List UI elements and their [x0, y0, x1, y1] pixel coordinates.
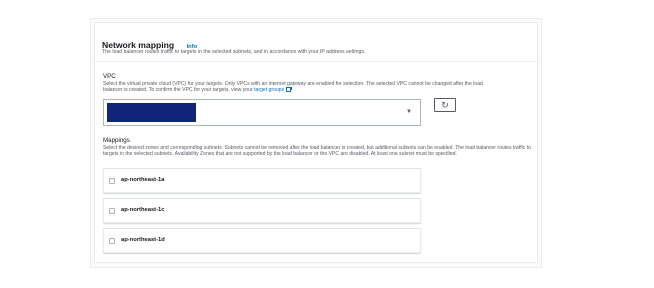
- zone-checkbox[interactable]: [109, 208, 115, 214]
- zone-ap-northeast-1c[interactable]: ap-northeast-1c: [103, 198, 421, 223]
- vpc-label: VPC: [103, 73, 116, 80]
- zone-label: ap-northeast-1d: [121, 237, 165, 243]
- vpc-help-line1: Select the virtual private cloud (VPC) f…: [103, 81, 483, 87]
- zone-checkbox[interactable]: [109, 238, 115, 244]
- vpc-help: Select the virtual private cloud (VPC) f…: [103, 81, 533, 94]
- vpc-help-line2: balancer is created. To confirm the VPC …: [103, 87, 253, 94]
- zone-checkbox[interactable]: [109, 178, 115, 184]
- caret-down-icon: ▼: [406, 109, 412, 115]
- redacted-vpc-value: [107, 103, 196, 122]
- vpc-select[interactable]: ▼: [103, 99, 421, 126]
- refresh-icon: ↻: [441, 100, 449, 110]
- mappings-help: Select the desired zones and correspondi…: [103, 145, 531, 158]
- zone-label: ap-northeast-1a: [121, 177, 165, 183]
- external-link-icon: [286, 86, 292, 93]
- network-mapping-card: Network mapping Info The load balancer r…: [94, 22, 538, 263]
- refresh-button[interactable]: ↻: [434, 98, 456, 112]
- network-mapping-panel: Network mapping Info The load balancer r…: [90, 18, 542, 268]
- section-description: The load balancer routes traffic to targ…: [102, 49, 366, 55]
- zone-ap-northeast-1d[interactable]: ap-northeast-1d: [103, 228, 421, 253]
- zone-label: ap-northeast-1c: [121, 207, 165, 213]
- section-divider: [95, 61, 537, 62]
- mappings-label: Mappings: [103, 137, 130, 144]
- target-groups-link[interactable]: target groups: [254, 87, 284, 93]
- zone-ap-northeast-1a[interactable]: ap-northeast-1a: [103, 168, 421, 193]
